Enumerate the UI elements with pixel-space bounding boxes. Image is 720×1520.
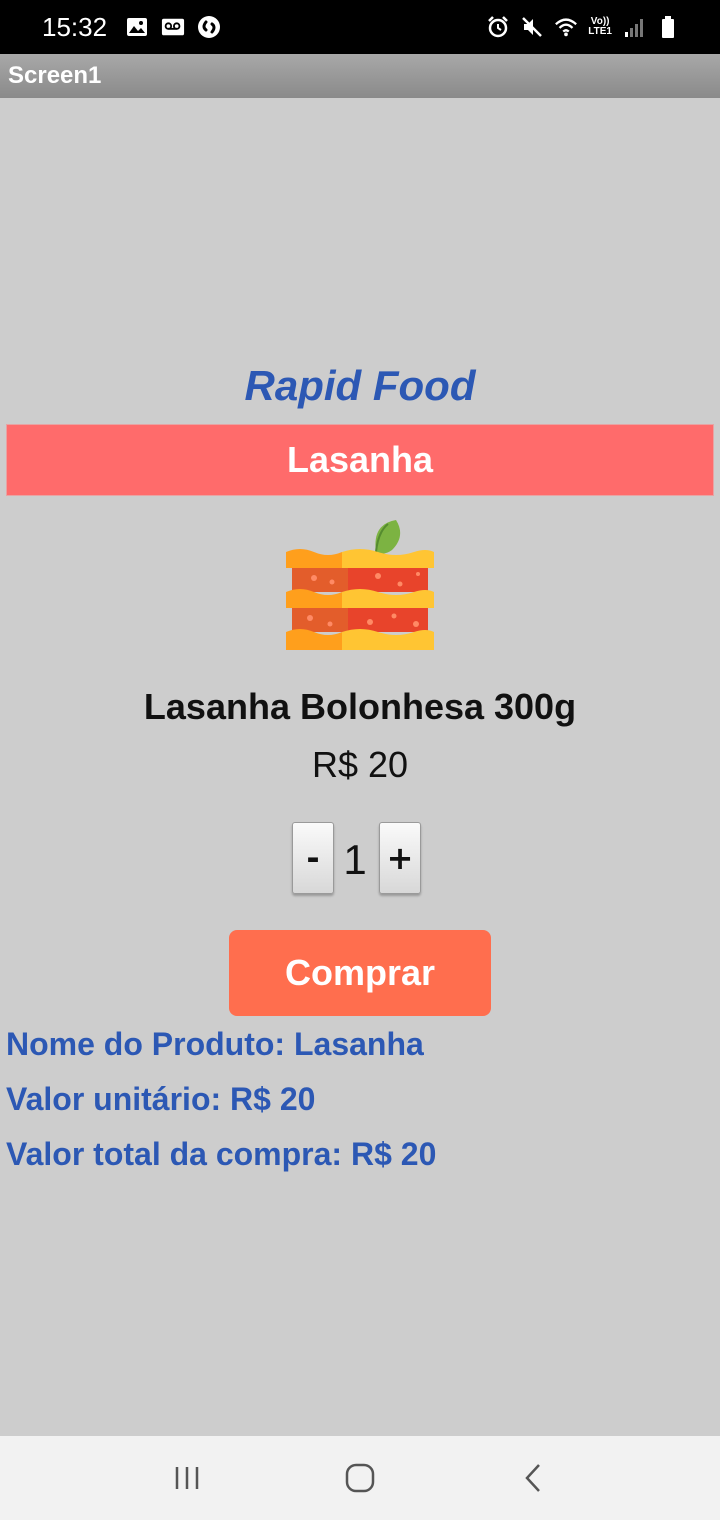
wifi-icon: [554, 15, 578, 39]
category-banner: Lasanha: [6, 424, 714, 496]
summary-unit-value: Valor unitário: R$ 20: [6, 1081, 316, 1117]
brand-title: Rapid Food: [244, 362, 476, 409]
gallery-icon: [125, 15, 149, 39]
mute-icon: [520, 15, 544, 39]
increase-quantity-button[interactable]: +: [379, 822, 421, 894]
status-time: 15:32: [42, 11, 108, 42]
quantity-value: 1: [343, 836, 367, 883]
buy-button[interactable]: Comprar: [229, 930, 491, 1016]
app-title-bar: Screen1: [0, 54, 720, 98]
product-name: Lasanha Bolonhesa 300g: [143, 686, 577, 727]
alarm-icon: [486, 15, 510, 39]
status-right: Vo)) LTE1: [486, 15, 680, 39]
decrease-quantity-button[interactable]: -: [292, 822, 334, 894]
summary-product-name: Nome do Produto: Lasanha: [6, 1026, 424, 1062]
lte-label: LTE1: [588, 26, 612, 37]
summary-total-value: Valor total da compra: R$ 20: [6, 1136, 437, 1172]
product-price: R$ 20: [311, 744, 409, 785]
recent-apps-icon[interactable]: [157, 1448, 217, 1508]
shazam-icon: [197, 15, 221, 39]
lasagna-icon: [280, 512, 440, 656]
home-icon[interactable]: [330, 1448, 390, 1508]
signal-icon: [622, 15, 646, 39]
lte-icon: Vo)) LTE1: [588, 17, 612, 37]
voicemail-icon: [161, 15, 185, 39]
navigation-bar: [0, 1436, 720, 1520]
battery-icon: [656, 15, 680, 39]
app-title: Screen1: [8, 62, 102, 89]
status-left: 15:32: [42, 12, 221, 43]
back-icon[interactable]: [503, 1448, 563, 1508]
status-bar: 15:32 Vo)) LTE1: [0, 0, 720, 54]
